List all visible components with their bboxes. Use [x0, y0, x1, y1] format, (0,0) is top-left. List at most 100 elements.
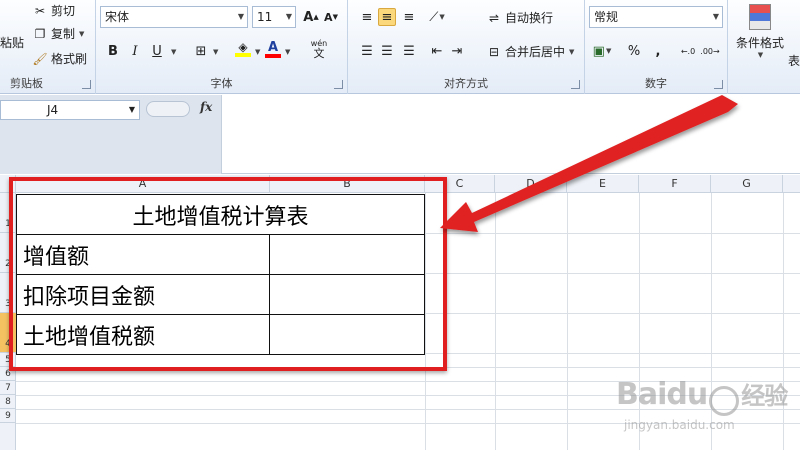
insert-function-button[interactable]: fx — [200, 100, 212, 114]
clipboard-dialog-launcher[interactable] — [82, 80, 91, 89]
italic-button[interactable]: I — [126, 42, 144, 60]
decrease-indent-button[interactable]: ⇤ — [428, 42, 446, 60]
chevron-down-icon[interactable]: ▼ — [255, 48, 260, 56]
alignment-group-label: 对齐方式 — [444, 77, 488, 90]
align-top-button[interactable]: ≡ — [358, 8, 376, 26]
font-name-value: 宋体 — [105, 10, 130, 24]
chevron-down-icon: ▼ — [712, 12, 719, 21]
number-group-label: 数字 — [645, 77, 667, 90]
paintbrush-icon: 🖌 — [32, 51, 48, 66]
alignment-group: ≡ ≡ ≡ ⟋ ▼ ⇌ 自动换行 ☰ ☰ ☰ ⇤ ⇥ ⊟ 合并后居中 ▼ 对齐方式 — [348, 0, 585, 94]
gridline — [495, 193, 496, 450]
chevron-down-icon: ▼ — [757, 51, 764, 59]
font-group-label: 字体 — [210, 77, 233, 90]
chevron-down-icon: ▼ — [285, 12, 292, 21]
shrink-font-button[interactable]: A ▼ — [322, 8, 340, 26]
cut-button[interactable]: ✂ 剪切 — [32, 2, 75, 19]
phonetic-guide-button[interactable]: wén 文 — [306, 39, 332, 59]
chevron-down-icon: ▼ — [128, 105, 135, 114]
bold-button[interactable]: B — [104, 42, 122, 60]
conditional-formatting-label: 条件格式 — [735, 36, 784, 50]
align-center-icon: ☰ — [381, 43, 393, 59]
clipboard-group: 粘贴 ✂ 剪切 ❐ 复制 ▼ 🖌 格式刷 剪贴板 — [0, 0, 96, 94]
wrap-text-label: 自动换行 — [505, 11, 554, 25]
increase-indent-button[interactable]: ⇥ — [448, 42, 466, 60]
italic-glyph: I — [132, 43, 138, 59]
chevron-down-icon[interactable]: ▼ — [285, 48, 290, 56]
font-color-button[interactable]: A — [264, 40, 282, 58]
column-header-e[interactable]: E — [567, 175, 639, 193]
chevron-down-icon: ▼ — [79, 29, 85, 38]
column-header-f[interactable]: F — [639, 175, 711, 193]
copy-icon: ❐ — [34, 26, 46, 41]
font-name-select[interactable]: 宋体 ▼ — [100, 6, 248, 28]
merge-center-button[interactable]: ⊟ 合并后居中 ▼ — [486, 43, 574, 60]
decrease-indent-icon: ⇤ — [431, 43, 443, 59]
row-header-7[interactable]: 7 — [0, 381, 16, 395]
red-highlight-box — [9, 177, 447, 371]
grow-font-button[interactable]: A ▲ — [302, 8, 320, 26]
paste-button[interactable]: 粘贴 — [0, 34, 24, 51]
merge-center-icon: ⊟ — [488, 44, 500, 59]
align-bottom-button[interactable]: ≡ — [400, 8, 418, 26]
align-middle-button[interactable]: ≡ — [378, 8, 396, 26]
copy-button[interactable]: ❐ 复制 ▼ — [32, 25, 85, 42]
ribbon: 粘贴 ✂ 剪切 ❐ 复制 ▼ 🖌 格式刷 剪贴板 宋体 ▼ 11 ▼ A ▲ A… — [0, 0, 800, 94]
alignment-dialog-launcher[interactable] — [571, 80, 580, 89]
number-format-select[interactable]: 常规 ▼ — [589, 6, 723, 28]
chevron-down-icon: ▼ — [569, 47, 575, 56]
underline-button[interactable]: U — [148, 42, 166, 60]
fill-color-button[interactable]: ◈ — [234, 40, 252, 58]
align-right-icon: ☰ — [403, 43, 415, 59]
align-left-icon: ☰ — [361, 43, 373, 59]
format-as-table-label[interactable]: 表 — [788, 52, 800, 69]
increase-decimal-button[interactable]: ←.0 — [679, 42, 697, 60]
borders-button[interactable]: ⊞ — [192, 42, 210, 60]
conditional-formatting-button[interactable]: 条件格式 ▼ — [732, 0, 788, 70]
currency-icon: ▣ — [592, 43, 605, 59]
font-color-swatch — [265, 53, 281, 58]
chevron-down-icon: ▼ — [237, 12, 244, 21]
number-dialog-launcher[interactable] — [714, 80, 723, 89]
borders-icon: ⊞ — [195, 43, 207, 59]
paste-label: 粘贴 — [0, 36, 25, 50]
styles-group: 条件格式 ▼ 表 — [728, 0, 800, 94]
font-color-glyph: A — [267, 39, 279, 55]
comma-button[interactable]: , — [649, 42, 667, 60]
accounting-format-button[interactable]: ▣ ▼ — [592, 42, 612, 60]
increase-decimal-icon: ←.0 — [680, 46, 696, 56]
name-box[interactable]: J4 ▼ — [0, 100, 140, 120]
name-box-resizer[interactable] — [146, 101, 190, 117]
bold-glyph: B — [108, 43, 118, 59]
clipboard-group-label: 剪贴板 — [10, 77, 43, 90]
decrease-decimal-button[interactable]: .00→ — [700, 42, 719, 60]
copy-label: 复制 — [51, 27, 76, 41]
name-box-value: J4 — [47, 103, 59, 117]
font-size-select[interactable]: 11 ▼ — [252, 6, 296, 28]
column-header-g[interactable]: G — [711, 175, 783, 193]
formula-input[interactable] — [226, 101, 796, 121]
watermark-brand-suffix: 经验 — [741, 382, 788, 410]
align-right-button[interactable]: ☰ — [400, 42, 418, 60]
formula-bar-area: J4 ▼ fx — [0, 95, 800, 174]
align-left-button[interactable]: ☰ — [358, 42, 376, 60]
comma-glyph: , — [655, 43, 661, 59]
font-dialog-launcher[interactable] — [334, 80, 343, 89]
paw-icon — [709, 385, 740, 416]
align-center-button[interactable]: ☰ — [378, 42, 396, 60]
format-painter-button[interactable]: 🖌 格式刷 — [32, 50, 87, 67]
row-header-8[interactable]: 8 — [0, 395, 16, 409]
name-box-panel: J4 ▼ fx — [0, 95, 222, 174]
row-header-9[interactable]: 9 — [0, 409, 16, 423]
watermark-brand: Baidu — [616, 377, 708, 412]
chevron-down-icon[interactable]: ▼ — [213, 48, 218, 56]
percent-button[interactable]: % — [625, 42, 643, 60]
format-painter-label: 格式刷 — [51, 52, 88, 66]
orientation-button[interactable]: ⟋ ▼ — [428, 8, 446, 26]
chevron-down-icon[interactable]: ▼ — [171, 48, 176, 56]
underline-glyph: U — [152, 43, 162, 59]
wrap-text-button[interactable]: ⇌ 自动换行 — [486, 9, 553, 26]
wrap-text-icon: ⇌ — [488, 10, 500, 25]
chevron-down-icon: ▼ — [439, 13, 445, 21]
column-header-d[interactable]: D — [495, 175, 567, 193]
